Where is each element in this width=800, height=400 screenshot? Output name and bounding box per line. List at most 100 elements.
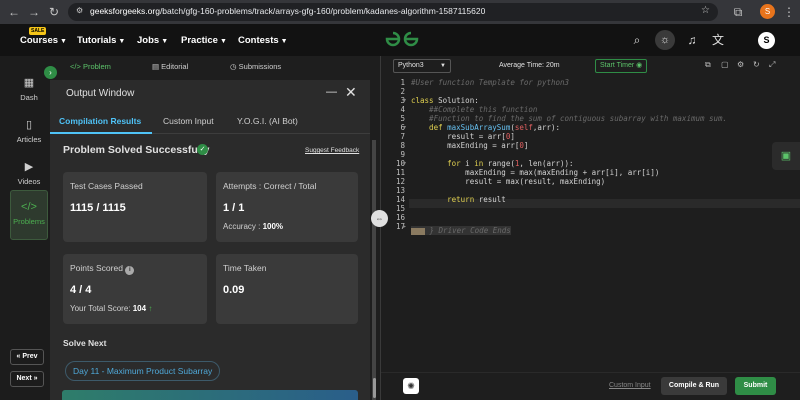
suggest-feedback-link[interactable]: Suggest Feedback	[305, 147, 359, 154]
avatar[interactable]: S	[758, 32, 775, 49]
test-cases-card: Test Cases Passed 1115 / 1115	[63, 172, 207, 242]
code-line: maxEnding = max(maxEnding + arr[i], arr[…	[411, 168, 660, 177]
active-tab-indicator	[50, 132, 152, 134]
forward-icon[interactable]: →	[26, 4, 42, 20]
average-time: Average Time: 20m	[499, 62, 560, 69]
minimize-icon[interactable]: —	[326, 86, 337, 98]
search-icon[interactable]: ⌕	[629, 32, 645, 48]
language-select[interactable]: Python3 ▼	[393, 59, 451, 73]
arrow-up-icon: ↑	[148, 304, 153, 313]
menu-tutorials[interactable]: Tutorials ▼	[77, 35, 125, 46]
dashboard-icon: ▦	[23, 77, 35, 89]
next-problem-link[interactable]: Day 11 - Maximum Product Subarray	[65, 361, 221, 381]
address-bar[interactable]: ⚙ geeksforgeeks.org/batch/gfg-160-proble…	[68, 3, 718, 21]
site-info-icon[interactable]: ⚙	[76, 6, 83, 15]
code-line: def maxSubArraySum(self,arr):	[411, 123, 561, 132]
submit-button[interactable]: Submit	[735, 377, 776, 395]
output-tabs: Compilation Results Custom Input Y.O.G.I…	[50, 108, 370, 134]
fold-icon[interactable]: ▾	[403, 124, 406, 131]
tab-compilation-results[interactable]: Compilation Results	[59, 116, 141, 126]
menu-practice[interactable]: Practice ▼	[181, 35, 227, 46]
output-title: Output Window	[66, 88, 135, 99]
back-icon[interactable]: ←	[6, 4, 22, 20]
test-cases-value: 1115 / 1115	[70, 202, 126, 214]
check-circle-icon: ✓	[197, 144, 208, 155]
profile-avatar[interactable]: S	[760, 4, 775, 19]
browser-menu-icon[interactable]: ⋮	[781, 4, 797, 20]
code-line: maxEnding = arr[0]	[411, 141, 529, 150]
close-icon[interactable]: ✕	[345, 84, 357, 101]
attempts-value: 1 / 1	[223, 202, 245, 214]
refresh-icon[interactable]: ↻	[753, 60, 760, 69]
url-text: geeksforgeeks.org/batch/gfg-160-problems…	[90, 6, 486, 16]
attempts-card: Attempts : Correct / Total 1 / 1 Accurac…	[216, 172, 358, 242]
fold-icon[interactable]: ▸	[403, 223, 406, 230]
code-line: result = arr[0]	[411, 132, 515, 141]
settings-icon[interactable]: ⚙	[737, 60, 744, 69]
video-icon: ▶	[24, 161, 34, 173]
time-taken-card: Time Taken 0.09	[216, 254, 358, 324]
fold-icon[interactable]: ▾	[403, 97, 406, 104]
code-line: #User function Template for python3	[411, 78, 570, 87]
chat-icon[interactable]: ▣	[772, 142, 800, 170]
reload-icon[interactable]: ↻	[46, 4, 62, 20]
sale-badge: SALE	[29, 27, 47, 35]
theme-toggle-icon[interactable]: ☼	[655, 30, 675, 50]
scrollbar-thumb[interactable]	[373, 378, 376, 398]
browser-toolbar: ← → ↻ ⚙ geeksforgeeks.org/batch/gfg-160-…	[0, 0, 800, 24]
menu-courses[interactable]: Courses ▼	[20, 35, 67, 46]
reset-icon[interactable]: ▢	[721, 60, 729, 69]
scrollbar-track[interactable]	[372, 140, 376, 400]
promo-banner	[62, 390, 358, 400]
menu-contests[interactable]: Contests ▼	[238, 35, 288, 46]
tab-custom-input[interactable]: Custom Input	[163, 116, 214, 126]
total-score-value: 104	[132, 304, 147, 313]
book-icon: ▯	[25, 119, 33, 131]
tab-problem[interactable]: </> Problem	[70, 62, 111, 71]
compile-run-button[interactable]: Compile & Run	[661, 377, 727, 395]
copy-icon[interactable]: ⧉	[705, 60, 711, 70]
tab-yogi-ai-bot[interactable]: Y.O.G.I. (AI Bot)	[237, 116, 298, 126]
prev-button[interactable]: « Prev	[10, 349, 44, 365]
code-line: class Solution:	[411, 96, 479, 105]
info-icon[interactable]: i	[125, 266, 135, 275]
accuracy-value: 100%	[262, 222, 284, 231]
chevron-down-icon: ▼	[280, 38, 288, 45]
solve-next-heading: Solve Next	[63, 338, 107, 348]
code-line: ##Complete this function	[411, 105, 538, 114]
code-line: result = max(result, maxEnding)	[411, 177, 606, 186]
rail-item-problems[interactable]: </> Problems	[10, 190, 48, 240]
gfg-logo[interactable]	[384, 30, 420, 48]
start-timer-button[interactable]: Start Timer ◉	[595, 59, 648, 73]
collapse-panel-icon[interactable]: ›	[44, 66, 57, 79]
line-number-gutter: 1 2 3 4 5 6 7 8 9 10 11 12 13 14 15 16 1…	[395, 78, 407, 231]
extensions-icon[interactable]: ⧉	[730, 4, 746, 20]
fullscreen-icon[interactable]: ⤢	[769, 60, 775, 70]
next-button[interactable]: Next »	[10, 371, 44, 387]
custom-input-link[interactable]: Custom Input	[609, 382, 651, 389]
lightbulb-icon[interactable]: ✺	[403, 378, 419, 394]
bookmark-star-icon[interactable]: ☆	[701, 5, 710, 16]
chevron-down-icon: ▼	[118, 38, 126, 45]
fold-icon[interactable]: ▾	[403, 160, 406, 167]
chevron-down-icon: ▼	[440, 63, 446, 69]
points-value: 4 / 4	[70, 284, 92, 296]
output-window: Output Window — ✕ Compilation Results Cu…	[50, 80, 370, 400]
status-heading: Problem Solved Successfully	[63, 144, 210, 156]
chevron-down-icon: ▼	[161, 38, 169, 45]
points-card: Points Scored i 4 / 4 Your Total Score: …	[63, 254, 207, 324]
tab-editorial[interactable]: ▤ Editorial	[152, 62, 188, 71]
code-line: for i in range(1, len(arr)):	[411, 159, 574, 168]
chevron-down-icon: ▼	[219, 38, 227, 45]
folded-driver-code[interactable]: } Driver Code Ends	[411, 226, 511, 235]
code-icon: </>	[21, 201, 37, 213]
time-taken-value: 0.09	[223, 284, 245, 296]
fold-marker-icon	[411, 227, 425, 235]
code-line: return result	[411, 195, 506, 204]
menu-jobs[interactable]: Jobs ▼	[137, 35, 168, 46]
chevron-down-icon: ▼	[60, 38, 67, 45]
bell-icon[interactable]: ♫	[684, 32, 700, 48]
translate-icon[interactable]: 文	[710, 32, 726, 48]
code-line: #Function to find the sum of contiguous …	[411, 114, 728, 123]
tab-submissions[interactable]: ◷ Submissions	[230, 62, 281, 71]
